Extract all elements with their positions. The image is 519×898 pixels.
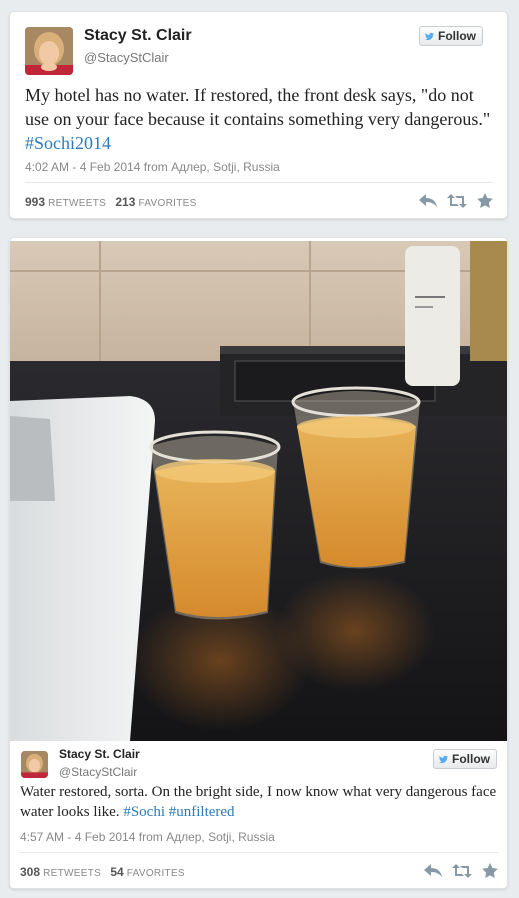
star-icon[interactable] bbox=[482, 863, 498, 878]
retweet-count-label: RETWEETS bbox=[48, 198, 107, 209]
tweet-text-body: My hotel has no water. If restored, the … bbox=[25, 85, 491, 129]
favorite-count-label: FAVORITES bbox=[126, 868, 185, 879]
hashtag-link[interactable]: #unfiltered bbox=[169, 804, 235, 820]
hashtag-link[interactable]: #Sochi bbox=[123, 804, 165, 820]
follow-button[interactable]: Follow bbox=[433, 749, 497, 769]
avatar[interactable] bbox=[25, 27, 73, 75]
divider bbox=[20, 852, 498, 853]
tweet-actions bbox=[419, 193, 493, 208]
star-icon[interactable] bbox=[477, 193, 493, 208]
follow-label: Follow bbox=[438, 29, 476, 43]
reply-icon[interactable] bbox=[419, 193, 437, 208]
tweet-timestamp[interactable]: 4:57 AM - 4 Feb 2014 from Адлер, Sotji, … bbox=[20, 830, 275, 844]
tweet-photo[interactable] bbox=[10, 241, 507, 741]
author-handle[interactable]: @StacyStClair bbox=[84, 50, 169, 65]
retweet-count[interactable]: 993 bbox=[25, 195, 45, 209]
tweet-timestamp[interactable]: 4:02 AM - 4 Feb 2014 from Адлер, Sotji, … bbox=[25, 160, 280, 174]
follow-label: Follow bbox=[452, 752, 490, 766]
author-name[interactable]: Stacy St. Clair bbox=[84, 27, 192, 45]
favorite-count[interactable]: 54 bbox=[110, 865, 123, 879]
tweet-text: Water restored, sorta. On the bright sid… bbox=[20, 782, 500, 822]
retweet-icon[interactable] bbox=[452, 863, 472, 878]
favorite-count-label: FAVORITES bbox=[138, 198, 197, 209]
avatar[interactable] bbox=[21, 751, 48, 778]
tweet-actions bbox=[424, 863, 498, 878]
retweet-count[interactable]: 308 bbox=[20, 865, 40, 879]
tweet-card-2: Stacy St. Clair @StacyStClair Follow Wat… bbox=[9, 237, 508, 889]
author-name[interactable]: Stacy St. Clair bbox=[59, 747, 140, 761]
tweet-text: My hotel has no water. If restored, the … bbox=[25, 83, 495, 155]
tweet-text-body: Water restored, sorta. On the bright sid… bbox=[20, 784, 497, 820]
tweet-card-1: Stacy St. Clair @StacyStClair Follow My … bbox=[9, 11, 508, 219]
twitter-bird-icon bbox=[439, 755, 448, 763]
divider bbox=[25, 182, 493, 183]
retweet-icon[interactable] bbox=[447, 193, 467, 208]
author-handle[interactable]: @StacyStClair bbox=[59, 765, 137, 779]
favorite-count[interactable]: 213 bbox=[115, 195, 135, 209]
retweet-count-label: RETWEETS bbox=[43, 868, 102, 879]
twitter-bird-icon bbox=[425, 32, 434, 40]
tweet-stats: 993 RETWEETS 213 FAVORITES bbox=[25, 195, 197, 209]
follow-button[interactable]: Follow bbox=[419, 26, 483, 46]
hashtag-link[interactable]: #Sochi2014 bbox=[25, 133, 111, 153]
tweet-stats: 308 RETWEETS 54 FAVORITES bbox=[20, 865, 185, 879]
reply-icon[interactable] bbox=[424, 863, 442, 878]
